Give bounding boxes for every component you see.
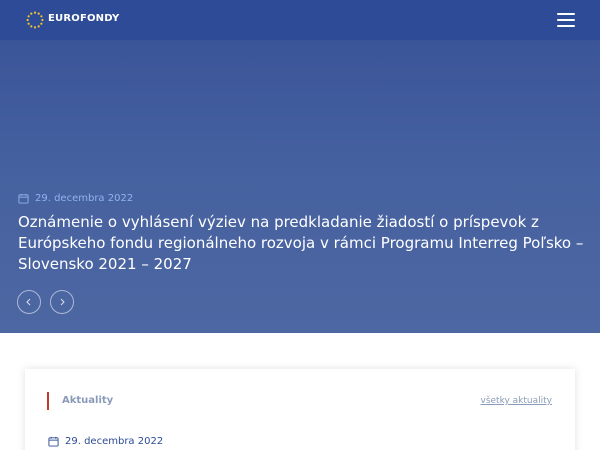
section-title: Aktuality bbox=[62, 395, 114, 406]
eu-stars-icon[interactable] bbox=[26, 11, 44, 29]
chevron-right-icon bbox=[60, 298, 65, 306]
calendar-icon bbox=[48, 436, 59, 447]
hero-date-text: 29. decembra 2022 bbox=[35, 193, 134, 204]
news-item-date-text: 29. decembra 2022 bbox=[65, 436, 164, 447]
news-item-date: 29. decembra 2022 bbox=[48, 436, 163, 447]
hero-slider: 29. decembra 2022 Oznámenie o vyhlásení … bbox=[0, 40, 600, 333]
hero-headline[interactable]: Oznámenie o vyhlásení výziev na predklad… bbox=[18, 212, 588, 275]
top-navbar: EUROFONDY bbox=[0, 0, 600, 40]
brand-name[interactable]: EUROFONDY bbox=[48, 13, 119, 24]
hamburger-menu-icon[interactable] bbox=[555, 10, 577, 30]
hero-date: 29. decembra 2022 bbox=[18, 193, 133, 204]
chevron-left-icon bbox=[26, 298, 31, 306]
slider-next-button[interactable] bbox=[50, 290, 74, 314]
all-news-link[interactable]: všetky aktuality bbox=[481, 396, 553, 406]
slider-prev-button[interactable] bbox=[17, 290, 41, 314]
news-card: Aktuality všetky aktuality 29. decembra … bbox=[25, 369, 575, 450]
section-accent-bar bbox=[47, 392, 49, 410]
calendar-icon bbox=[18, 193, 29, 204]
